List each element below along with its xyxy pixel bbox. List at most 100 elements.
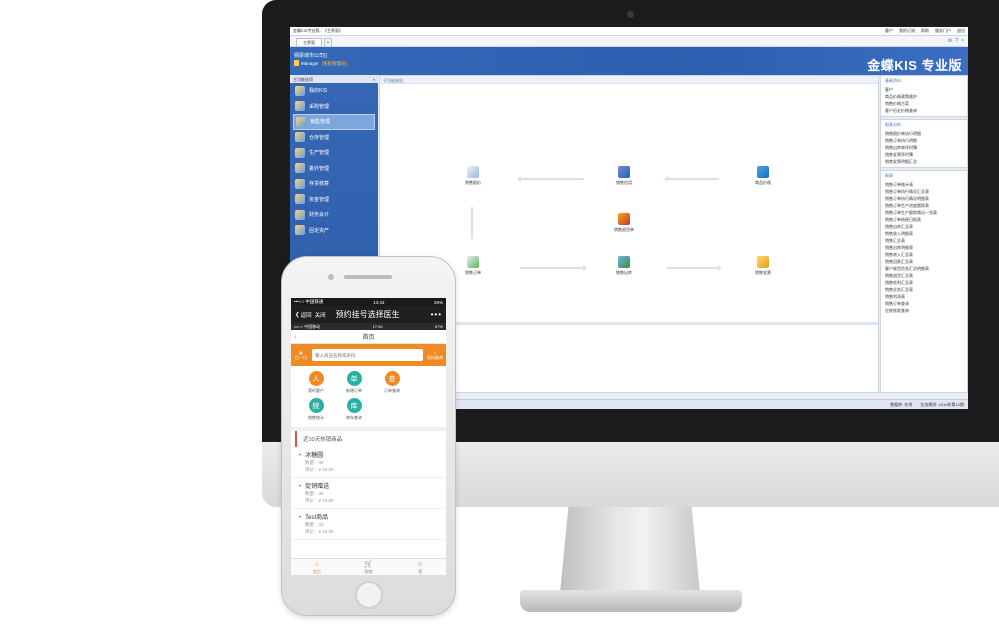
shortcut-item[interactable]: 库库存查询 bbox=[335, 398, 373, 421]
flow-node-credit[interactable]: 销售信用 bbox=[604, 166, 644, 186]
report-link[interactable]: 销售收入汇总表 bbox=[885, 251, 963, 258]
tab-main[interactable]: 主界面 bbox=[296, 38, 322, 46]
more-icon[interactable]: ••• bbox=[431, 310, 442, 319]
monitor-stand-neck bbox=[560, 507, 700, 593]
title-action-link[interactable]: 服务门户 bbox=[935, 28, 951, 34]
report-link[interactable]: 客户收货信息汇总明细表 bbox=[885, 265, 963, 272]
flow-node-price[interactable]: 商品价格 bbox=[743, 166, 783, 186]
help-icon[interactable]: ? bbox=[955, 38, 958, 44]
report-link[interactable]: 销售订单结账日报表 bbox=[885, 216, 963, 223]
flow-node-quote[interactable]: 销售报价 bbox=[453, 166, 493, 186]
sidebar-item[interactable]: 委外管理 bbox=[293, 161, 375, 177]
shortcut-grid: 人我的客户单新增订单查订单查询统销售统计库库存查询 bbox=[291, 366, 446, 427]
scan-button[interactable]: ▦ 扫一扫 bbox=[294, 350, 308, 361]
title-action-link[interactable]: 帮助 bbox=[921, 28, 929, 34]
report-link[interactable]: 销售发票明细汇总 bbox=[885, 158, 963, 165]
sidebar-item-label: 固定资产 bbox=[309, 227, 330, 234]
phone-device: •••○○ 中国联通 14:43 26% ❮ 返回 关闭 预约挂号选择医生 ••… bbox=[281, 256, 456, 616]
user-info: Manager [系统管理员] bbox=[301, 61, 347, 67]
report-link[interactable]: 销售业务汇总表 bbox=[885, 286, 963, 293]
report-link[interactable]: 销售利润表 bbox=[885, 293, 963, 300]
sidebar-item[interactable]: 销售管理 bbox=[293, 114, 375, 130]
clock-label: 17:30 bbox=[372, 324, 383, 329]
sidebar-item[interactable]: 资金管理 bbox=[293, 192, 375, 208]
tab-label: 购物 bbox=[364, 569, 373, 574]
phone-tab[interactable]: 🛒 购物 bbox=[343, 559, 395, 575]
sidebar-header: 主功能选项 « bbox=[290, 75, 378, 83]
report-link[interactable]: 销售订单生产进度跟踪表 bbox=[885, 202, 963, 209]
report-link[interactable]: 销售收入明细表 bbox=[885, 230, 963, 237]
report-link[interactable]: 销售发票序时簿 bbox=[885, 151, 963, 158]
report-link[interactable]: 销售毛利汇总表 bbox=[885, 279, 963, 286]
close-button[interactable]: 关闭 bbox=[315, 311, 326, 319]
phone-camera bbox=[328, 274, 334, 280]
product-item[interactable]: 冰糖圆数量：44 单价：¥ 10.00 bbox=[291, 447, 446, 478]
sidebar-item[interactable]: 我的KIS bbox=[293, 83, 375, 99]
report-link[interactable]: 销售退货汇总表 bbox=[885, 272, 963, 279]
title-action-link[interactable]: 退出 bbox=[957, 28, 965, 34]
home-button[interactable] bbox=[355, 581, 383, 609]
report-link[interactable]: 销售回款汇总表 bbox=[885, 258, 963, 265]
shortcut-item[interactable]: 统销售统计 bbox=[297, 398, 335, 421]
sidebar-item-label: 我的KIS bbox=[309, 88, 328, 95]
report-link[interactable]: 销售订单执行情况汇总表 bbox=[885, 188, 963, 195]
back-icon[interactable]: ❮ bbox=[295, 312, 300, 318]
module-icon bbox=[295, 132, 305, 143]
report-link[interactable]: 销售订单执行明细 bbox=[885, 137, 963, 144]
add-tab-button[interactable]: + bbox=[324, 38, 332, 46]
barcode-button[interactable]: ⁞⁞ 条码查询 bbox=[427, 350, 443, 361]
shortcut-item[interactable]: 人我的客户 bbox=[297, 371, 335, 394]
shortcut-item[interactable]: 查订单查询 bbox=[373, 371, 411, 394]
sidebar-item[interactable]: 固定资产 bbox=[293, 223, 375, 239]
tab-icon: ☺ bbox=[416, 561, 424, 568]
status-text: 业务期间: 2016年第12期 bbox=[920, 401, 964, 407]
clock-label: 14:43 bbox=[373, 299, 385, 305]
tab-icon: 🛒 bbox=[364, 561, 373, 568]
sidebar-item[interactable]: 仓存管理 bbox=[293, 130, 375, 146]
report-link[interactable]: 销售出库单序时簿 bbox=[885, 144, 963, 151]
title-action-link[interactable]: 我的订阅 bbox=[899, 28, 915, 34]
collapse-icon[interactable]: « bbox=[373, 77, 375, 82]
product-qty: 数量：39 bbox=[305, 491, 324, 496]
product-item[interactable]: 促销赠送数量：39 单价：¥ 10.00 bbox=[291, 478, 446, 509]
report-link[interactable]: 应收账款查询 bbox=[885, 307, 963, 314]
report-link[interactable]: 销售汇总表 bbox=[885, 237, 963, 244]
title-action-link[interactable]: 客户 bbox=[885, 28, 893, 34]
report-link[interactable]: 销售订单生产跟踪情况一览表 bbox=[885, 209, 963, 216]
sidebar-item[interactable]: 生产管理 bbox=[293, 145, 375, 161]
module-icon bbox=[295, 194, 305, 205]
report-link[interactable]: 销售价格方案 bbox=[885, 100, 963, 107]
phone-tab[interactable]: ⌂ 首页 bbox=[291, 559, 343, 575]
report-link[interactable]: 销售出库明细表 bbox=[885, 244, 963, 251]
search-input[interactable] bbox=[312, 349, 423, 361]
close-icon[interactable]: × bbox=[961, 38, 964, 44]
settings-icon[interactable]: ⚙ bbox=[948, 38, 952, 44]
flow-node-order[interactable]: 销售订单 bbox=[453, 256, 493, 276]
report-link[interactable]: 销售出库汇总表 bbox=[885, 223, 963, 230]
report-link[interactable]: 客户 bbox=[885, 86, 963, 93]
report-link[interactable]: 销售订单执行情况明细表 bbox=[885, 195, 963, 202]
report-link[interactable]: 商品价格政策维护 bbox=[885, 93, 963, 100]
flow-node-label: 销售订单 bbox=[465, 270, 481, 275]
back-button[interactable]: 返回 bbox=[301, 311, 312, 319]
report-link[interactable]: 销售报价单执行明细 bbox=[885, 130, 963, 137]
flow-node-invoice[interactable]: 销售发票 bbox=[743, 256, 783, 276]
product-item[interactable]: Test商品数量：33 单价：¥ 10.00 bbox=[291, 509, 446, 540]
sidebar-item-label: 财务会计 bbox=[309, 212, 330, 219]
carrier-label: •••○○ 中国移动 bbox=[294, 323, 321, 329]
sidebar-item-label: 采购管理 bbox=[309, 103, 330, 110]
shortcut-item[interactable]: 单新增订单 bbox=[335, 371, 373, 394]
flow-node-outbound[interactable]: 销售出库 bbox=[604, 256, 644, 276]
sidebar-item[interactable]: 采购管理 bbox=[293, 99, 375, 115]
chevron-left-icon[interactable]: ‹ bbox=[294, 332, 297, 341]
sidebar-item[interactable]: 财务会计 bbox=[293, 207, 375, 223]
phone-tab[interactable]: ☺ 我 bbox=[394, 559, 446, 575]
page-title: 首页 bbox=[362, 335, 375, 341]
flow-node-return[interactable]: 销售退货单 bbox=[604, 213, 644, 233]
flow-line bbox=[471, 207, 473, 239]
report-link[interactable]: 销售订单统计表 bbox=[885, 181, 963, 188]
flow-arrow bbox=[664, 176, 719, 182]
report-link[interactable]: 客户历史价格查询 bbox=[885, 107, 963, 114]
sidebar-item[interactable]: 存货核算 bbox=[293, 176, 375, 192]
report-link[interactable]: 销售订单查询 bbox=[885, 300, 963, 307]
